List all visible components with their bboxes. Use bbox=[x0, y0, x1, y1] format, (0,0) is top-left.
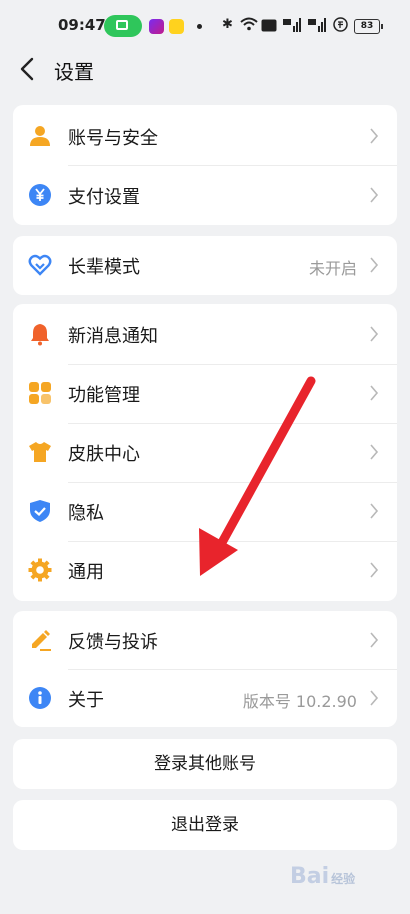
status-time: 09:47 bbox=[58, 16, 106, 34]
signal-icon bbox=[283, 18, 301, 36]
status-bar: 09:47 ✱ 83 bbox=[0, 0, 410, 52]
settings-item-label: 长辈模式 bbox=[68, 257, 140, 278]
chevron-right-icon bbox=[370, 326, 379, 342]
settings-item-feedback[interactable]: 反馈与投诉 bbox=[13, 611, 397, 670]
settings-item-label: 反馈与投诉 bbox=[68, 632, 158, 653]
chevron-right-icon bbox=[370, 690, 379, 706]
chevron-right-icon bbox=[370, 187, 379, 203]
settings-item-value: 版本号 10.2.90 bbox=[242, 692, 357, 711]
bell-icon bbox=[31, 324, 49, 346]
chevron-right-icon bbox=[370, 444, 379, 460]
settings-item-label: 账号与安全 bbox=[68, 128, 158, 149]
settings-item-label: 关于 bbox=[68, 690, 104, 711]
settings-item-about[interactable]: 关于 版本号 10.2.90 bbox=[13, 669, 397, 728]
yen-coin-icon bbox=[29, 184, 51, 206]
settings-item-label: 通用 bbox=[68, 562, 104, 583]
settings-item-label: 新消息通知 bbox=[68, 326, 158, 347]
user-icon bbox=[30, 126, 50, 146]
settings-item-feature-management[interactable]: 功能管理 bbox=[13, 364, 397, 423]
pencil-icon bbox=[32, 630, 51, 651]
page-header: 设置 bbox=[0, 52, 410, 88]
screen-cast-icon[interactable] bbox=[104, 15, 142, 37]
settings-item-value: 未开启 bbox=[308, 259, 357, 278]
settings-item-account-security[interactable]: 账号与安全 bbox=[13, 107, 397, 166]
bluetooth-icon: ✱ bbox=[222, 17, 233, 32]
battery-icon: 83 bbox=[354, 19, 383, 34]
more-notifications-icon bbox=[197, 24, 202, 29]
app-notification-icon bbox=[149, 19, 164, 34]
rupee-icon bbox=[333, 17, 348, 36]
chevron-right-icon bbox=[370, 385, 379, 401]
page-title: 设置 bbox=[54, 60, 94, 84]
signal-icon bbox=[308, 18, 326, 36]
app-notification-icon bbox=[169, 19, 184, 34]
settings-item-skin-center[interactable]: 皮肤中心 bbox=[13, 423, 397, 482]
settings-group-elder: 长辈模式 未开启 bbox=[13, 236, 397, 295]
settings-item-general[interactable]: 通用 bbox=[13, 541, 397, 600]
settings-item-label: 功能管理 bbox=[68, 385, 140, 406]
settings-item-elder-mode[interactable]: 长辈模式 未开启 bbox=[13, 236, 397, 295]
info-icon bbox=[29, 687, 51, 709]
settings-group-about: 反馈与投诉 关于 版本号 10.2.90 bbox=[13, 611, 397, 727]
switch-account-button[interactable]: 登录其他账号 bbox=[13, 739, 397, 789]
shield-check-icon bbox=[30, 500, 50, 522]
settings-item-privacy[interactable]: 隐私 bbox=[13, 482, 397, 541]
watermark-text: Bai bbox=[290, 864, 330, 889]
apps-grid-icon bbox=[29, 382, 51, 404]
gear-icon bbox=[28, 558, 52, 582]
chevron-right-icon bbox=[370, 257, 379, 273]
chevron-right-icon bbox=[370, 562, 379, 578]
settings-group-general: 新消息通知 功能管理 皮肤中心 隐私 通用 bbox=[13, 304, 397, 601]
chevron-right-icon bbox=[370, 128, 379, 144]
settings-item-label: 隐私 bbox=[68, 503, 104, 524]
wifi-icon bbox=[240, 17, 258, 35]
settings-item-label: 皮肤中心 bbox=[68, 444, 140, 465]
heart-elder-icon bbox=[28, 254, 52, 276]
settings-item-label: 支付设置 bbox=[68, 187, 140, 208]
watermark-subtext: 经验 bbox=[331, 872, 356, 886]
back-button[interactable] bbox=[14, 54, 42, 84]
settings-item-notifications[interactable]: 新消息通知 bbox=[13, 305, 397, 364]
chevron-right-icon bbox=[370, 632, 379, 648]
settings-group-account: 账号与安全 支付设置 bbox=[13, 105, 397, 225]
chevron-right-icon bbox=[370, 503, 379, 519]
settings-item-payment[interactable]: 支付设置 bbox=[13, 166, 397, 225]
hd-icon bbox=[261, 19, 277, 36]
tshirt-icon bbox=[29, 442, 51, 462]
baidu-watermark: Bai 经验 bbox=[290, 864, 355, 889]
chevron-left-icon bbox=[20, 57, 34, 81]
logout-button[interactable]: 退出登录 bbox=[13, 800, 397, 850]
